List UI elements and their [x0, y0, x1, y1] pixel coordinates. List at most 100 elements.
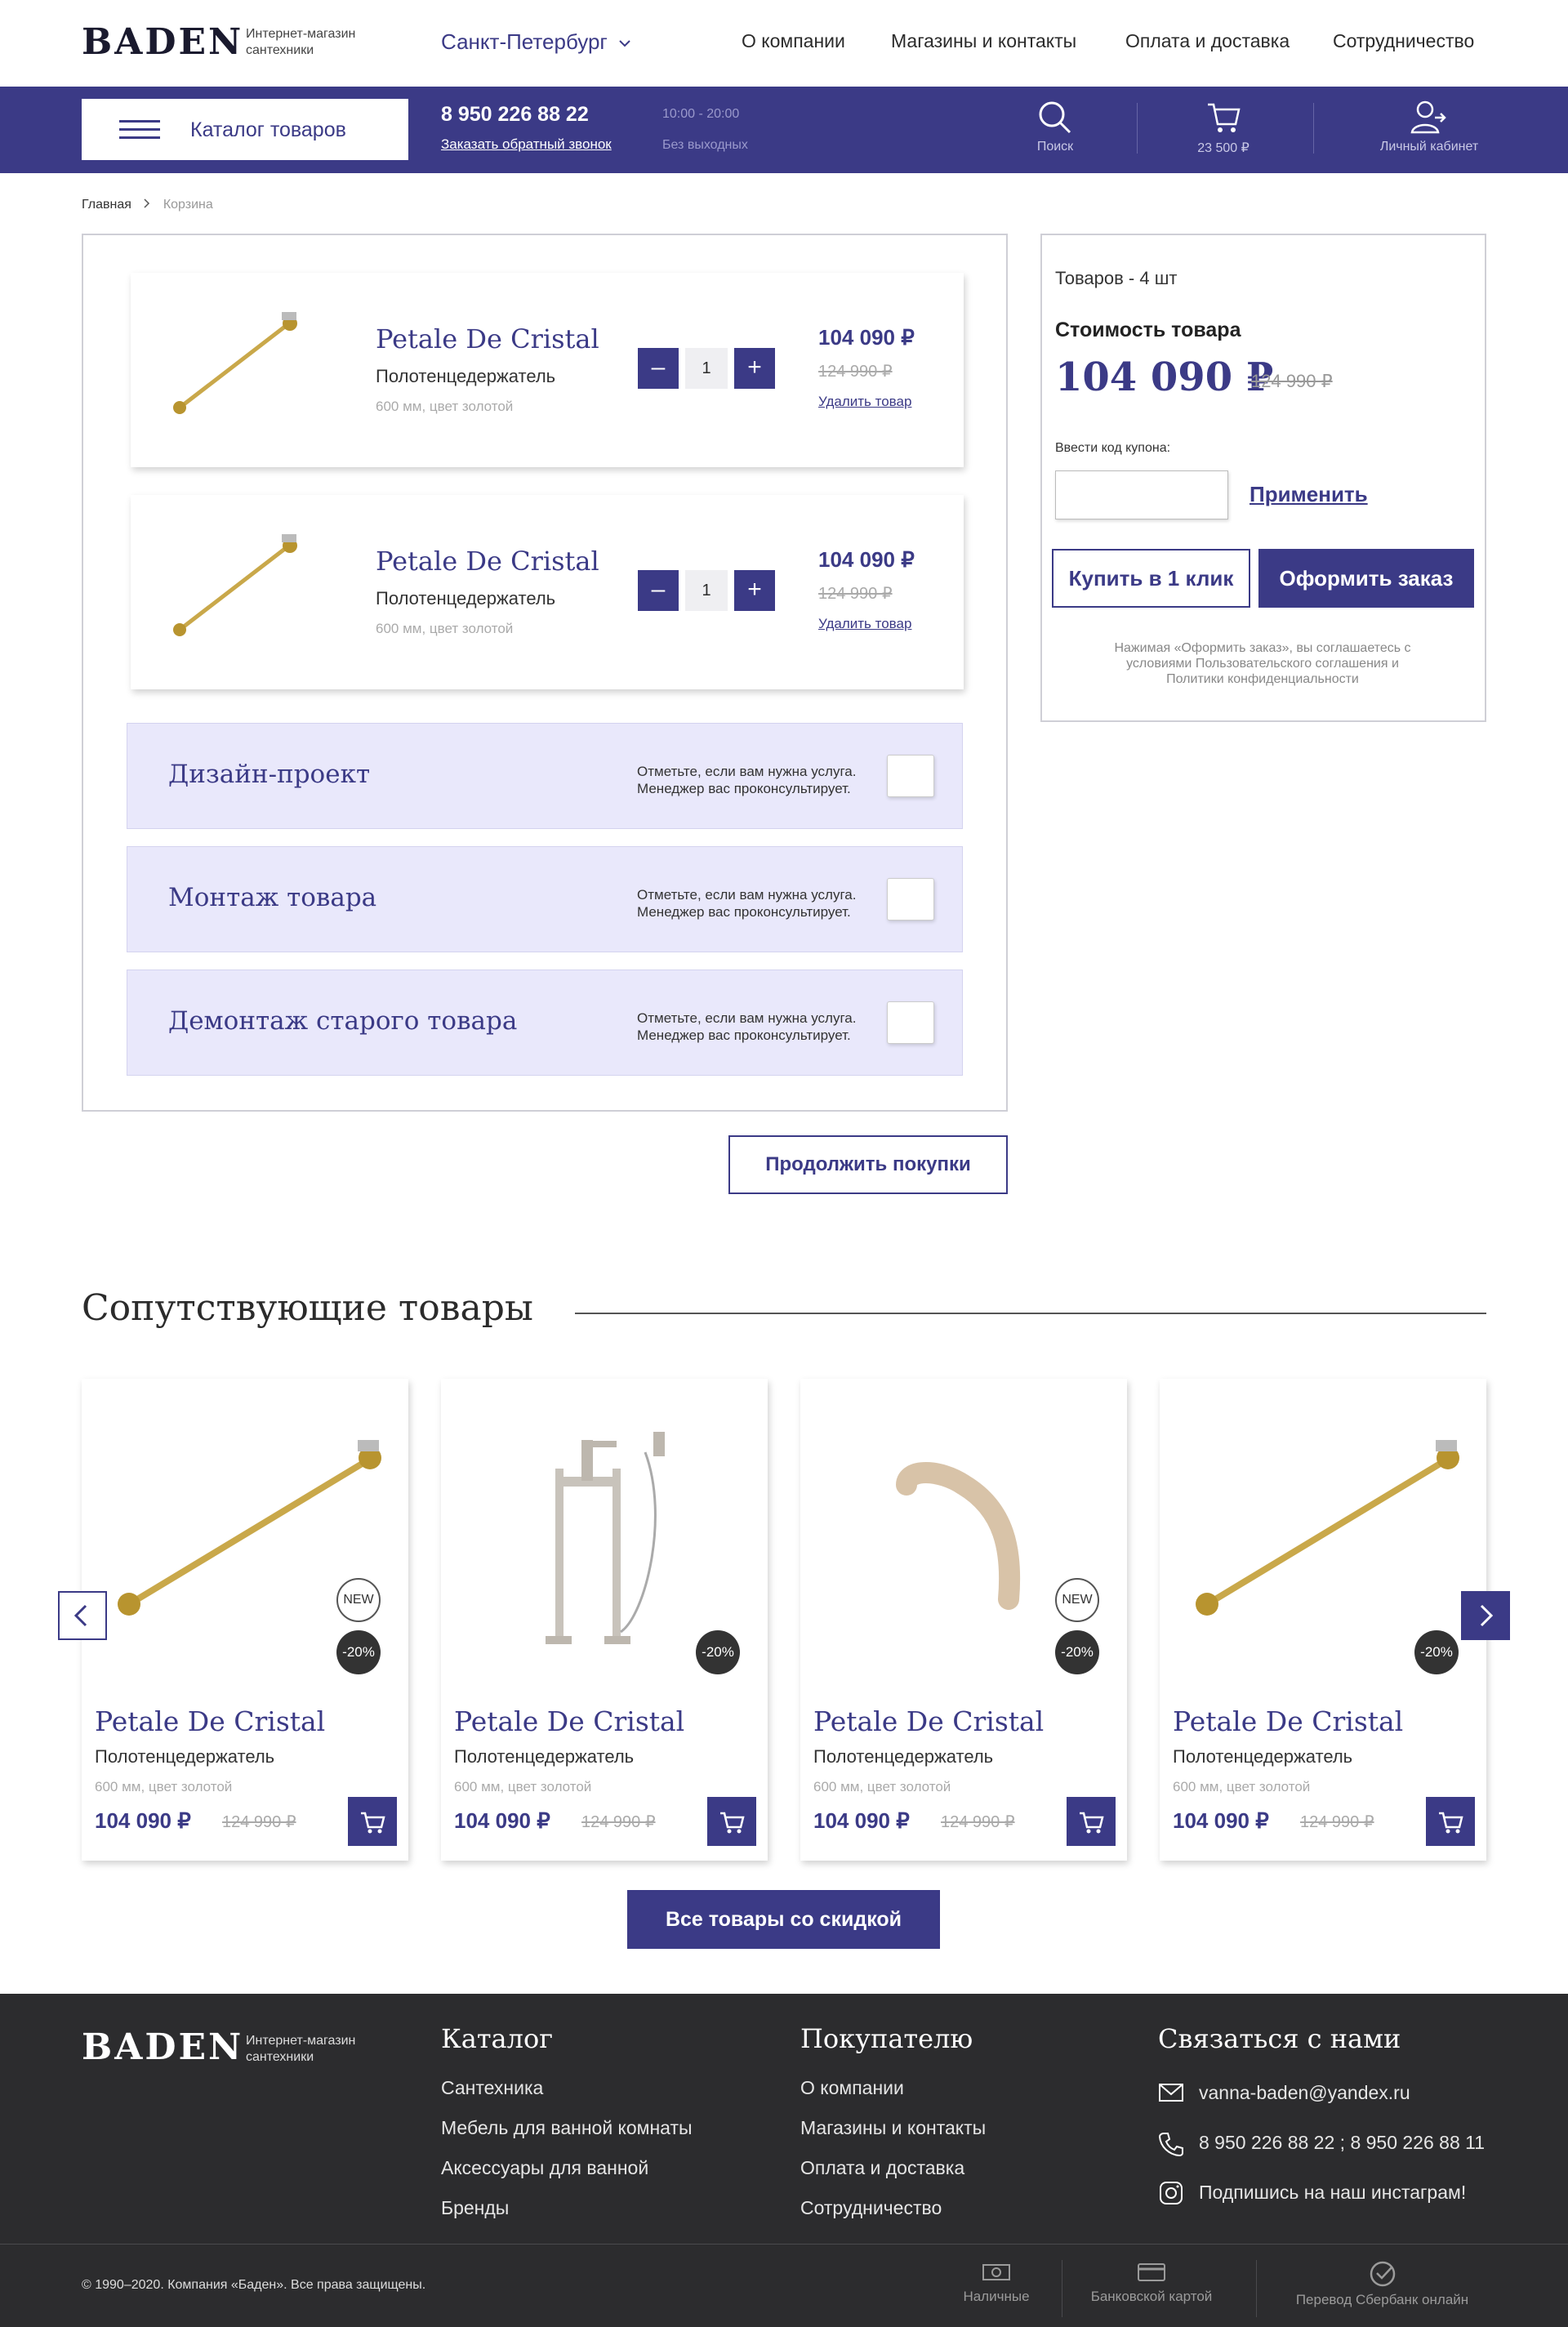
service-design: Дизайн-проект Отметьте, если вам нужна у…: [127, 723, 963, 829]
add-to-cart-button[interactable]: [1067, 1797, 1116, 1846]
footer-link-furniture[interactable]: Мебель для ванной комнаты: [441, 2117, 693, 2139]
header-divider: [1313, 103, 1314, 154]
working-hours: 10:00 - 20:00: [662, 107, 740, 121]
nav-payment[interactable]: Оплата и доставка: [1125, 30, 1290, 52]
header-account[interactable]: Личный кабинет: [1364, 100, 1494, 154]
apply-coupon-button[interactable]: Применить: [1250, 482, 1368, 507]
cart-item-title[interactable]: Petale De Cristal: [376, 546, 599, 577]
carousel-prev-button[interactable]: [58, 1591, 107, 1640]
spout-image: [896, 1462, 1021, 1610]
product-card[interactable]: NEW -20% Petale De Cristal Полотенцедерж…: [82, 1379, 408, 1861]
service-note-line-2: Менеджер вас проконсультирует.: [637, 781, 851, 796]
nav-stores[interactable]: Магазины и контакты: [891, 30, 1076, 52]
cart-item-title[interactable]: Petale De Cristal: [376, 323, 599, 354]
footer-instagram-link[interactable]: Подпишись на наш инстаграм!: [1199, 2182, 1466, 2204]
quantity-decrease-button[interactable]: –: [638, 570, 679, 611]
towel-bar-image: [1196, 1440, 1459, 1616]
product-meta: 600 мм, цвет золотой: [813, 1779, 951, 1794]
footer: BADEN Интернет-магазин сантехники Катало…: [0, 1994, 1568, 2327]
add-to-cart-button[interactable]: [707, 1797, 756, 1846]
heading-rule: [575, 1313, 1486, 1314]
chevron-right-icon: [1480, 1604, 1494, 1627]
product-subtitle: Полотенцедержатель: [454, 1746, 635, 1767]
chevron-right-icon: [144, 198, 150, 208]
coupon-input[interactable]: [1055, 470, 1228, 519]
service-title: Монтаж товара: [168, 883, 377, 912]
payment-sberbank-label: Перевод Сбербанк онлайн: [1295, 2292, 1469, 2307]
continue-shopping-button[interactable]: Продолжить покупки: [728, 1135, 1008, 1194]
payment-cash-label: Наличные: [963, 2289, 1030, 2304]
chevron-down-icon: [619, 40, 630, 47]
footer-link-plumbing[interactable]: Сантехника: [441, 2077, 543, 2099]
all-discount-button[interactable]: Все товары со скидкой: [627, 1890, 940, 1949]
footer-link-accessories[interactable]: Аксессуары для ванной: [441, 2157, 648, 2179]
product-title[interactable]: Petale De Cristal: [454, 1705, 684, 1737]
service-note-line-2: Менеджер вас проконсультирует.: [637, 1028, 851, 1043]
cart-item-old-price: 124 990 ₽: [818, 585, 893, 603]
footer-logo[interactable]: BADEN: [82, 2026, 243, 2068]
footer-link-partnership[interactable]: Сотрудничество: [800, 2197, 942, 2219]
carousel-next-button[interactable]: [1461, 1591, 1510, 1640]
quantity-value[interactable]: 1: [685, 348, 728, 389]
quantity-decrease-button[interactable]: –: [638, 348, 679, 389]
product-price: 104 090 ₽: [1173, 1808, 1269, 1833]
cart-item: Petale De Cristal Полотенцедержатель 600…: [131, 495, 964, 689]
header-cart[interactable]: 23 500 ₽: [1183, 100, 1264, 156]
footer-divider: [0, 2244, 1568, 2245]
cart-item-price: 104 090 ₽: [818, 325, 915, 350]
service-checkbox[interactable]: [887, 1001, 934, 1044]
footer-link-brands[interactable]: Бренды: [441, 2197, 509, 2219]
agreement-line-3[interactable]: Политики конфиденциальности: [1058, 671, 1467, 687]
credit-card-icon: [1138, 2263, 1165, 2281]
remove-item-link[interactable]: Удалить товар: [818, 394, 911, 410]
footer-link-about[interactable]: О компании: [800, 2077, 904, 2099]
city-selector[interactable]: Санкт-Петербург: [441, 29, 631, 55]
product-card[interactable]: NEW -20% Petale De Cristal Полотенцедерж…: [800, 1379, 1127, 1861]
discount-badge: -20%: [696, 1630, 740, 1674]
quantity-increase-button[interactable]: +: [734, 348, 775, 389]
catalog-button[interactable]: Каталог товаров: [82, 99, 408, 160]
product-title[interactable]: Petale De Cristal: [813, 1705, 1044, 1737]
order-total: 104 090 ₽: [1055, 354, 1274, 400]
cart-icon: [720, 1812, 745, 1834]
payment-divider: [1256, 2260, 1257, 2317]
footer-link-stores[interactable]: Магазины и контакты: [800, 2117, 986, 2139]
service-title: Дизайн-проект: [168, 760, 371, 789]
product-title[interactable]: Petale De Cristal: [95, 1705, 325, 1737]
phone-icon: [1158, 2133, 1183, 2157]
footer-link-payment[interactable]: Оплата и доставка: [800, 2157, 964, 2179]
product-subtitle: Полотенцедержатель: [1173, 1746, 1353, 1767]
product-subtitle: Полотенцедержатель: [95, 1746, 275, 1767]
service-checkbox[interactable]: [887, 755, 934, 797]
nav-about[interactable]: О компании: [742, 30, 845, 52]
breadcrumb-home[interactable]: Главная: [82, 198, 131, 212]
sberbank-icon: [1370, 2261, 1395, 2287]
payment-card: Банковской картой: [1078, 2260, 1225, 2305]
checkout-button[interactable]: Оформить заказ: [1258, 549, 1474, 608]
quantity-value[interactable]: 1: [685, 570, 728, 611]
callback-link[interactable]: Заказать обратный звонок: [441, 136, 612, 153]
nav-partnership[interactable]: Сотрудничество: [1333, 30, 1474, 52]
remove-item-link[interactable]: Удалить товар: [818, 616, 911, 632]
related-heading: Сопутствующие товары: [82, 1287, 533, 1329]
footer-logo-subtitle: Интернет-магазин сантехники: [246, 2033, 355, 2066]
header-phone[interactable]: 8 950 226 88 22: [441, 103, 589, 127]
product-card[interactable]: -20% Petale De Cristal Полотенцедержател…: [1160, 1379, 1486, 1861]
service-checkbox[interactable]: [887, 878, 934, 921]
logo[interactable]: BADEN: [82, 21, 243, 63]
add-to-cart-button[interactable]: [1426, 1797, 1475, 1846]
footer-email[interactable]: vanna-baden@yandex.ru: [1199, 2082, 1410, 2104]
product-meta: 600 мм, цвет золотой: [1173, 1779, 1311, 1794]
payment-cash: Наличные: [947, 2260, 1045, 2305]
payment-card-label: Банковской картой: [1090, 2289, 1213, 2304]
mail-icon: [1159, 2084, 1183, 2102]
agreement-line-2[interactable]: условиями Пользовательского соглашения и: [1058, 656, 1467, 671]
product-card[interactable]: -20% Petale De Cristal Полотенцедержател…: [441, 1379, 768, 1861]
add-to-cart-button[interactable]: [348, 1797, 397, 1846]
product-title[interactable]: Petale De Cristal: [1173, 1705, 1403, 1737]
buy-one-click-button[interactable]: Купить в 1 клик: [1052, 549, 1250, 608]
header-search[interactable]: Поиск: [1022, 100, 1088, 154]
cart-item-subtitle: Полотенцедержатель: [376, 366, 556, 386]
footer-phones[interactable]: 8 950 226 88 22 ; 8 950 226 88 11: [1199, 2132, 1485, 2154]
quantity-increase-button[interactable]: +: [734, 570, 775, 611]
